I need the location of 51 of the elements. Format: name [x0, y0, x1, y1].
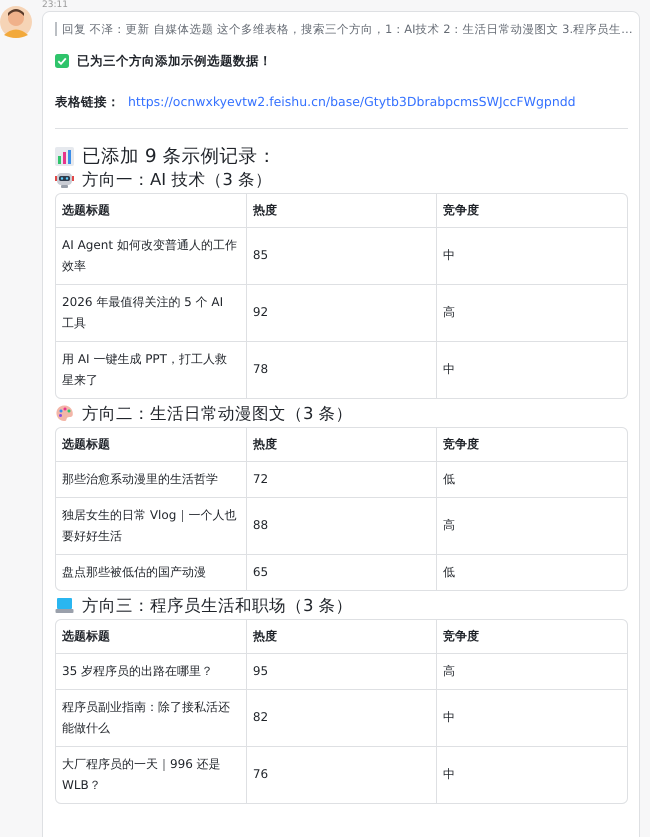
column-header: 热度 [246, 194, 437, 227]
column-header: 选题标题 [56, 428, 246, 461]
table-cell: 中 [436, 746, 627, 802]
table-cell: 独居女生的日常 Vlog｜一个人也要好好生活 [56, 497, 246, 554]
column-header: 竞争度 [436, 194, 627, 227]
status-text: 已为三个方向添加示例选题数据！ [77, 52, 272, 70]
table-cell: 92 [246, 284, 437, 341]
table-cell: 65 [246, 554, 437, 590]
section-heading: 方向二：生活日常动漫图文（3 条） [82, 402, 353, 424]
laptop-icon [55, 596, 74, 615]
table-cell: 95 [246, 653, 437, 689]
table-cell: 82 [246, 689, 437, 746]
robot-icon [55, 170, 74, 189]
table-cell: 2026 年最值得关注的 5 个 AI 工具 [56, 284, 246, 341]
link-label: 表格链接： [55, 92, 120, 111]
palette-icon [55, 404, 74, 423]
table-cell: 中 [436, 341, 627, 398]
table-link[interactable]: https://ocnwxkyevtw2.feishu.cn/base/Gtytb3DbrabpcmsSWJccFWgpndd [128, 92, 576, 112]
table-cell: 盘点那些被低估的国产动漫 [56, 554, 246, 590]
table-cell: 低 [436, 461, 627, 497]
table-cell: 76 [246, 746, 437, 802]
table-cell: 高 [436, 653, 627, 689]
table-cell: 低 [436, 554, 627, 590]
column-header: 竞争度 [436, 620, 627, 653]
table-cell: AI Agent 如何改变普通人的工作效率 [56, 227, 246, 284]
table-cell: 85 [246, 227, 437, 284]
summary-heading: 已添加 9 条示例记录： [82, 144, 277, 168]
column-header: 选题标题 [56, 194, 246, 227]
table-cell: 大厂程序员的一天｜996 还是 WLB？ [56, 746, 246, 802]
check-icon [55, 54, 69, 68]
column-header: 热度 [246, 428, 437, 461]
column-header: 选题标题 [56, 620, 246, 653]
table-cell: 程序员副业指南：除了接私活还能做什么 [56, 689, 246, 746]
section-heading: 方向一：AI 技术（3 条） [82, 168, 272, 190]
table-cell: 高 [436, 497, 627, 554]
bar-chart-icon [55, 147, 74, 166]
table-cell: 那些治愈系动漫里的生活哲学 [56, 461, 246, 497]
table-cell: 35 岁程序员的出路在哪里？ [56, 653, 246, 689]
column-header: 竞争度 [436, 428, 627, 461]
reply-quote: 回复 不泽：更新 自媒体选题 这个多维表格，搜索三个方向，1：AI技术 2：生活日常动漫图文 3.程序员生… [55, 22, 633, 36]
column-header: 热度 [246, 620, 437, 653]
avatar[interactable] [0, 5, 32, 39]
table-cell: 中 [436, 227, 627, 284]
table-cell: 用 AI 一键生成 PPT，打工人救星来了 [56, 341, 246, 398]
timestamp: 23:11 [42, 0, 69, 11]
table-cell: 72 [246, 461, 437, 497]
table-cell: 高 [436, 284, 627, 341]
table-cell: 78 [246, 341, 437, 398]
table-cell: 88 [246, 497, 437, 554]
section-heading: 方向三：程序员生活和职场（3 条） [82, 594, 353, 616]
table-cell: 中 [436, 689, 627, 746]
